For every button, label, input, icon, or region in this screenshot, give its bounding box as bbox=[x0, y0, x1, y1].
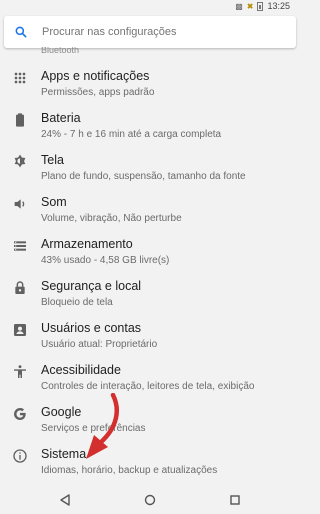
item-subtitle: Controles de interação, leitores de tela… bbox=[41, 381, 255, 392]
battery-icon bbox=[12, 112, 28, 128]
list-item-bluetooth-partial[interactable]: Bluetooth bbox=[41, 47, 79, 53]
search-bar[interactable] bbox=[4, 16, 296, 48]
item-subtitle: Permissões, apps padrão bbox=[41, 87, 155, 98]
status-bar: ▩ ✖ 13:25 bbox=[0, 0, 300, 13]
settings-item-accounts[interactable]: Usuários e contas Usuário atual: Proprie… bbox=[0, 309, 300, 351]
settings-item-security[interactable]: Segurança e local Bloqueio de tela bbox=[0, 267, 300, 309]
settings-item-system[interactable]: Sistema Idiomas, horário, backup e atual… bbox=[0, 435, 300, 477]
back-icon[interactable] bbox=[58, 493, 72, 507]
item-subtitle: Usuário atual: Proprietário bbox=[41, 339, 158, 350]
brightness-icon bbox=[12, 154, 28, 170]
item-subtitle: Plano de fundo, suspensão, tamanho da fo… bbox=[41, 171, 246, 182]
accessibility-icon bbox=[12, 364, 28, 380]
item-title: Som bbox=[41, 195, 67, 209]
item-title: Acessibilidade bbox=[41, 363, 121, 377]
info-icon bbox=[12, 448, 28, 464]
apps-grid-icon bbox=[12, 70, 28, 86]
settings-item-display[interactable]: Tela Plano de fundo, suspensão, tamanho … bbox=[0, 141, 300, 183]
item-title: Tela bbox=[41, 153, 64, 167]
battery-status-icon bbox=[257, 1, 264, 11]
item-subtitle: Idiomas, horário, backup e atualizações bbox=[41, 465, 218, 476]
home-icon[interactable] bbox=[143, 493, 157, 507]
settings-item-battery[interactable]: Bateria 24% - 7 h e 16 min até a carga c… bbox=[0, 99, 300, 141]
volume-icon bbox=[12, 196, 28, 212]
item-title: Sistema bbox=[41, 447, 87, 461]
search-input[interactable] bbox=[40, 25, 296, 39]
navigation-bar bbox=[0, 486, 300, 514]
item-title: Bateria bbox=[41, 111, 81, 125]
item-title: Armazenamento bbox=[41, 237, 133, 251]
annotation-arrow-icon bbox=[86, 393, 119, 459]
lock-icon bbox=[12, 280, 28, 296]
item-title: Apps e notificações bbox=[41, 69, 150, 83]
recents-icon[interactable] bbox=[228, 493, 242, 507]
notification-icon: ✖ bbox=[246, 1, 254, 11]
settings-item-sound[interactable]: Som Volume, vibração, Não perturbe bbox=[0, 183, 300, 225]
settings-item-storage[interactable]: Armazenamento 43% usado - 4,58 GB livre(… bbox=[0, 225, 300, 267]
item-subtitle: Volume, vibração, Não perturbe bbox=[41, 213, 182, 224]
signal-icon: ▩ bbox=[235, 1, 243, 11]
item-subtitle: Bloqueio de tela bbox=[41, 297, 113, 308]
item-subtitle: 24% - 7 h e 16 min até a carga completa bbox=[41, 129, 222, 140]
settings-item-apps[interactable]: Apps e notificações Permissões, apps pad… bbox=[0, 57, 300, 99]
item-title: Segurança e local bbox=[41, 279, 142, 293]
account-icon bbox=[12, 322, 28, 338]
item-title: Google bbox=[41, 405, 82, 419]
item-title: Usuários e contas bbox=[41, 321, 142, 335]
clock: 13:25 bbox=[267, 1, 290, 11]
settings-item-accessibility[interactable]: Acessibilidade Controles de interação, l… bbox=[0, 351, 300, 393]
storage-icon bbox=[12, 238, 28, 254]
item-subtitle: 43% usado - 4,58 GB livre(s) bbox=[41, 255, 170, 266]
search-icon bbox=[15, 26, 27, 38]
google-icon bbox=[12, 406, 28, 422]
settings-item-google[interactable]: Google Serviços e preferências bbox=[0, 393, 300, 435]
